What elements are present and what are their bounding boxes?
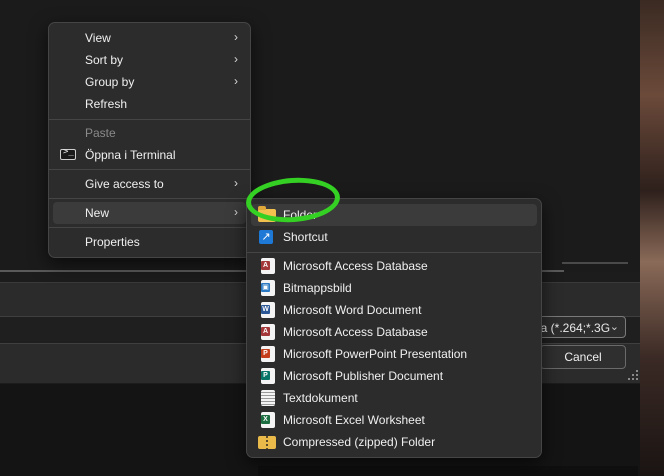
publisher-icon: P	[261, 368, 275, 384]
access-icon: A	[261, 258, 275, 274]
submenu-item-zipped-folder[interactable]: Compressed (zipped) Folder	[251, 431, 537, 453]
menu-item-sort-by[interactable]: Sort by ›	[53, 49, 246, 71]
word-icon: W	[261, 302, 275, 318]
menu-item-label: Group by	[85, 75, 135, 89]
file-type-value: ia (*.264;*.3G	[538, 321, 611, 335]
menu-separator	[49, 119, 250, 120]
resize-grip-icon[interactable]	[628, 370, 638, 380]
excel-icon: X	[261, 412, 275, 428]
menu-separator	[49, 169, 250, 170]
chevron-right-icon: ›	[234, 52, 238, 66]
submenu-item-label: Compressed (zipped) Folder	[283, 435, 436, 449]
context-menu: View › Sort by › Group by › Refresh Past…	[48, 22, 251, 258]
menu-item-open-in-terminal[interactable]: >_ Öppna i Terminal	[53, 144, 246, 166]
submenu-item-label: Microsoft Excel Worksheet	[283, 413, 425, 427]
submenu-item-label: Bitmappsbild	[283, 281, 352, 295]
menu-item-group-by[interactable]: Group by ›	[53, 71, 246, 93]
menu-item-label: Refresh	[85, 97, 128, 111]
background-strip	[258, 466, 638, 476]
divider	[562, 262, 628, 264]
chevron-right-icon: ›	[234, 176, 238, 190]
submenu-item-label: Microsoft Word Document	[283, 303, 422, 317]
menu-item-give-access-to[interactable]: Give access to ›	[53, 173, 246, 195]
submenu-item-publisher[interactable]: P Microsoft Publisher Document	[251, 365, 537, 387]
text-document-icon	[261, 390, 275, 406]
powerpoint-icon: P	[261, 346, 275, 362]
menu-separator	[247, 252, 541, 253]
cancel-button[interactable]: Cancel	[540, 345, 626, 369]
terminal-icon: >_	[60, 147, 76, 160]
access-icon: A	[261, 324, 275, 340]
new-submenu: Folder ↗ Shortcut A Microsoft Access Dat…	[246, 198, 542, 458]
submenu-item-access-database-2[interactable]: A Microsoft Access Database	[251, 321, 537, 343]
submenu-item-text-document[interactable]: Textdokument	[251, 387, 537, 409]
submenu-item-access-database[interactable]: A Microsoft Access Database	[251, 255, 537, 277]
submenu-item-word-document[interactable]: W Microsoft Word Document	[251, 299, 537, 321]
file-type-select[interactable]: ia (*.264;*.3G ⌄	[532, 316, 626, 338]
shortcut-icon: ↗	[259, 230, 273, 244]
menu-item-label: View	[85, 31, 111, 45]
submenu-item-shortcut[interactable]: ↗ Shortcut	[251, 226, 537, 248]
menu-item-new[interactable]: New ›	[53, 202, 246, 224]
bitmap-icon: ▣	[261, 280, 275, 296]
menu-item-label: Sort by	[85, 53, 124, 67]
submenu-item-label: Microsoft Publisher Document	[283, 369, 444, 383]
menu-item-label: Öppna i Terminal	[85, 148, 176, 162]
submenu-item-label: Textdokument	[283, 391, 358, 405]
menu-item-properties[interactable]: Properties	[53, 231, 246, 253]
submenu-item-powerpoint[interactable]: P Microsoft PowerPoint Presentation	[251, 343, 537, 365]
zip-folder-icon	[258, 436, 276, 449]
menu-item-label: Properties	[85, 235, 140, 249]
menu-item-label: Give access to	[85, 177, 164, 191]
menu-item-label: New	[85, 206, 110, 220]
menu-item-paste: Paste	[53, 122, 246, 144]
desktop-wallpaper	[640, 0, 664, 476]
menu-separator	[49, 198, 250, 199]
submenu-item-label: Microsoft PowerPoint Presentation	[283, 347, 468, 361]
menu-separator	[49, 227, 250, 228]
chevron-right-icon: ›	[234, 30, 238, 44]
chevron-down-icon: ⌄	[609, 321, 619, 333]
chevron-right-icon: ›	[234, 74, 238, 88]
submenu-item-label: Microsoft Access Database	[283, 259, 428, 273]
chevron-right-icon: ›	[234, 205, 238, 219]
submenu-item-label: Shortcut	[283, 230, 328, 244]
menu-item-label: Paste	[85, 126, 116, 140]
submenu-item-label: Microsoft Access Database	[283, 325, 428, 339]
submenu-item-bitmap[interactable]: ▣ Bitmappsbild	[251, 277, 537, 299]
submenu-item-excel[interactable]: X Microsoft Excel Worksheet	[251, 409, 537, 431]
menu-item-refresh[interactable]: Refresh	[53, 93, 246, 115]
menu-item-view[interactable]: View ›	[53, 27, 246, 49]
